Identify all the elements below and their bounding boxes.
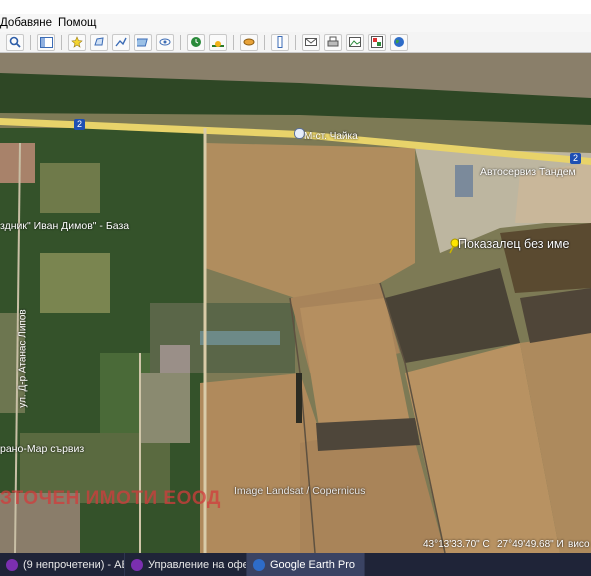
coordinate-latitude: 43°13'33.70" С [423,539,490,550]
taskbar-item-offers[interactable]: Управление на офер... [125,553,247,576]
road-shield-left: 2 [74,119,85,130]
path-icon[interactable] [112,33,130,51]
browser-icon [131,558,143,571]
place-label-autoservice[interactable]: Автосервиз Тандем [480,166,576,178]
toolbar-separator [264,34,265,50]
polygon-icon[interactable] [90,33,108,51]
toolbar [0,32,591,53]
title-bar-strip [0,0,591,14]
ruler-icon[interactable] [271,33,289,51]
menu-add[interactable]: Добавяне [0,17,58,29]
view-in-maps-icon[interactable] [368,33,386,51]
search-icon[interactable] [6,33,24,51]
watermark-text: ЗТОЧЕН ИМОТИ ЕООД [0,488,221,509]
taskbar-item-email[interactable]: (9 непрочетени) - АБ... [0,553,125,576]
taskbar-item-label: Управление на офер... [148,558,247,571]
menu-bar: Добавяне Помощ [0,14,591,32]
planets-icon[interactable] [240,33,258,51]
email-icon[interactable] [302,33,320,51]
browser-icon [6,558,18,571]
placemark-icon[interactable] [68,33,86,51]
overlay-icon[interactable] [134,33,152,51]
save-image-icon[interactable] [346,33,364,51]
google-earth-icon [253,558,265,571]
taskbar-item-google-earth[interactable]: Google Earth Pro [247,553,365,576]
imagery-credit: Image Landsat / Copernicus [234,485,366,497]
toolbar-separator [61,34,62,50]
earth-icon[interactable] [390,33,408,51]
placemark-label[interactable]: Показалец без име [458,237,569,251]
taskbar-item-label: Google Earth Pro [270,558,355,571]
historical-imagery-icon[interactable] [187,33,205,51]
street-label: ул. Д-р Атанас Липов [17,309,29,408]
taskbar-item-label: (9 непрочетени) - АБ... [23,558,124,571]
menu-help[interactable]: Помощ [58,17,102,29]
toolbar-separator [30,34,31,50]
place-label-base[interactable]: здник" Иван Димов" - База [0,220,129,232]
place-label-moss[interactable]: М-ст. Чайка [304,131,358,142]
sidebar-icon[interactable] [37,33,55,51]
coordinate-altitude: висо [568,539,590,550]
place-label-trans[interactable]: рано-Мар сървиз [0,443,84,455]
toolbar-separator [233,34,234,50]
toolbar-separator [180,34,181,50]
taskbar: (9 непрочетени) - АБ... Управление на оф… [0,553,591,576]
toolbar-separator [295,34,296,50]
map-view[interactable]: 2 2 М-ст. Чайка Автосервиз Тандем здник"… [0,53,591,553]
sunlight-icon[interactable] [209,33,227,51]
print-icon[interactable] [324,33,342,51]
tour-icon[interactable] [156,33,174,51]
coordinate-longitude: 27°49'49.68" И [497,539,564,550]
road-shield-right: 2 [570,153,581,164]
